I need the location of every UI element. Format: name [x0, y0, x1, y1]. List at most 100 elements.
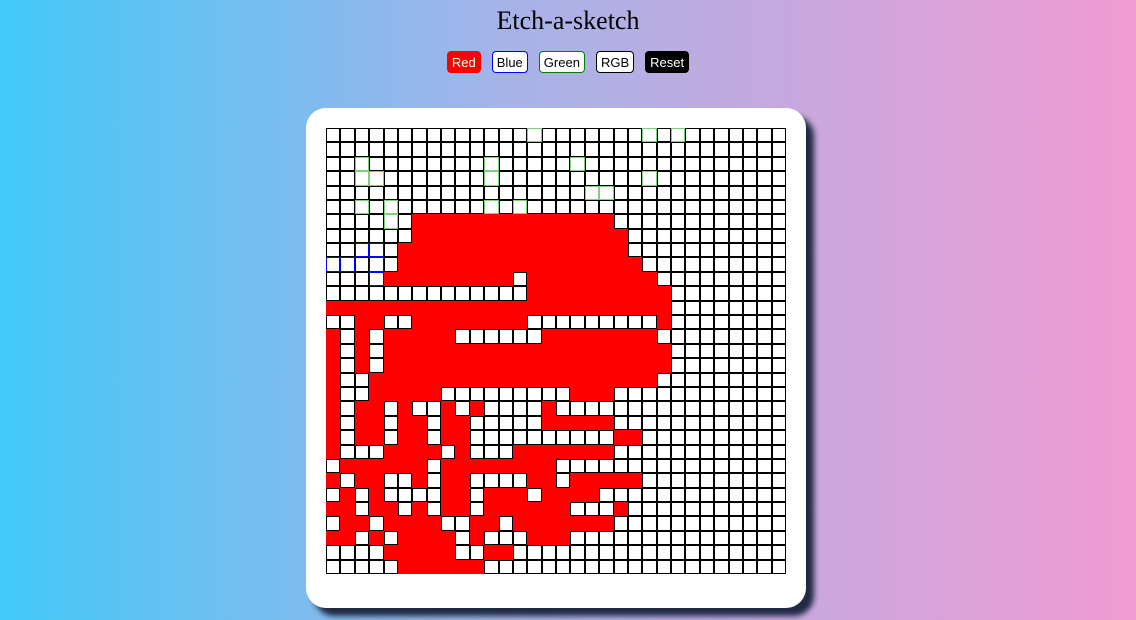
grid-cell[interactable]: [412, 473, 427, 488]
grid-cell[interactable]: [627, 128, 643, 143]
grid-cell[interactable]: [685, 458, 700, 474]
grid-cell[interactable]: [757, 487, 772, 503]
grid-cell[interactable]: [484, 343, 499, 359]
grid-cell[interactable]: [512, 300, 528, 316]
grid-cell[interactable]: [699, 372, 715, 387]
grid-cell[interactable]: [742, 128, 758, 143]
grid-cell[interactable]: [642, 545, 657, 560]
grid-cell[interactable]: [469, 329, 485, 344]
grid-cell[interactable]: [556, 559, 571, 574]
grid-cell[interactable]: [441, 286, 456, 301]
grid-cell[interactable]: [757, 142, 772, 157]
grid-cell[interactable]: [613, 473, 628, 488]
grid-cell[interactable]: [599, 228, 614, 244]
grid-cell[interactable]: [699, 271, 715, 287]
grid-cell[interactable]: [455, 343, 470, 359]
grid-cell[interactable]: [455, 128, 470, 143]
grid-cell[interactable]: [642, 228, 657, 244]
grid-cell[interactable]: [757, 473, 772, 488]
grid-cell[interactable]: [742, 401, 758, 416]
grid-cell[interactable]: [556, 228, 571, 244]
grid-cell[interactable]: [642, 386, 657, 402]
grid-cell[interactable]: [527, 199, 542, 215]
grid-cell[interactable]: [671, 559, 686, 574]
grid-cell[interactable]: [455, 559, 470, 574]
grid-cell[interactable]: [656, 228, 671, 244]
grid-cell[interactable]: [541, 286, 556, 301]
grid-cell[interactable]: [671, 171, 686, 186]
grid-cell[interactable]: [527, 329, 542, 344]
grid-cell[interactable]: [426, 502, 441, 517]
grid-cell[interactable]: [441, 473, 456, 488]
grid-cell[interactable]: [699, 300, 715, 316]
grid-cell[interactable]: [642, 286, 657, 301]
grid-cell[interactable]: [369, 530, 384, 546]
grid-cell[interactable]: [757, 329, 772, 344]
grid-cell[interactable]: [671, 372, 686, 387]
grid-cell[interactable]: [383, 156, 398, 172]
grid-cell[interactable]: [498, 372, 513, 387]
grid-cell[interactable]: [656, 502, 671, 517]
grid-cell[interactable]: [556, 300, 571, 316]
grid-cell[interactable]: [699, 530, 715, 546]
grid-cell[interactable]: [527, 128, 542, 143]
grid-cell[interactable]: [397, 271, 413, 287]
grid-cell[interactable]: [584, 300, 600, 316]
grid-cell[interactable]: [369, 343, 384, 359]
grid-cell[interactable]: [498, 530, 513, 546]
grid-cell[interactable]: [412, 372, 427, 387]
grid-cell[interactable]: [426, 257, 441, 272]
grid-cell[interactable]: [757, 257, 772, 272]
green-button[interactable]: Green: [538, 51, 585, 73]
grid-cell[interactable]: [556, 430, 571, 445]
grid-cell[interactable]: [340, 487, 355, 503]
grid-cell[interactable]: [369, 243, 384, 258]
grid-cell[interactable]: [699, 444, 715, 459]
grid-cell[interactable]: [642, 142, 657, 157]
grid-cell[interactable]: [642, 343, 657, 359]
grid-cell[interactable]: [326, 142, 341, 157]
grid-cell[interactable]: [383, 473, 398, 488]
grid-cell[interactable]: [541, 530, 556, 546]
grid-cell[interactable]: [484, 171, 499, 186]
grid-cell[interactable]: [369, 228, 384, 244]
grid-cell[interactable]: [455, 530, 470, 546]
grid-cell[interactable]: [671, 329, 686, 344]
grid-cell[interactable]: [599, 286, 614, 301]
grid-cell[interactable]: [469, 458, 485, 474]
grid-cell[interactable]: [599, 444, 614, 459]
grid-cell[interactable]: [498, 430, 513, 445]
grid-cell[interactable]: [484, 516, 499, 531]
grid-cell[interactable]: [383, 128, 398, 143]
grid-cell[interactable]: [498, 171, 513, 186]
grid-cell[interactable]: [397, 142, 413, 157]
grid-cell[interactable]: [340, 458, 355, 474]
grid-cell[interactable]: [326, 372, 341, 387]
grid-cell[interactable]: [570, 530, 585, 546]
grid-cell[interactable]: [771, 358, 786, 373]
grid-cell[interactable]: [383, 171, 398, 186]
grid-cell[interactable]: [656, 430, 671, 445]
grid-cell[interactable]: [742, 257, 758, 272]
grid-cell[interactable]: [469, 271, 485, 287]
grid-cell[interactable]: [383, 300, 398, 316]
grid-cell[interactable]: [627, 516, 643, 531]
grid-cell[interactable]: [771, 228, 786, 244]
grid-cell[interactable]: [656, 444, 671, 459]
grid-cell[interactable]: [383, 401, 398, 416]
grid-cell[interactable]: [412, 214, 427, 229]
grid-cell[interactable]: [354, 415, 370, 431]
grid-cell[interactable]: [340, 199, 355, 215]
grid-cell[interactable]: [742, 458, 758, 474]
grid-cell[interactable]: [627, 142, 643, 157]
grid-cell[interactable]: [627, 171, 643, 186]
grid-cell[interactable]: [613, 487, 628, 503]
grid-cell[interactable]: [426, 228, 441, 244]
grid-cell[interactable]: [541, 545, 556, 560]
grid-cell[interactable]: [570, 286, 585, 301]
grid-cell[interactable]: [455, 401, 470, 416]
grid-cell[interactable]: [584, 487, 600, 503]
grid-cell[interactable]: [728, 444, 743, 459]
grid-cell[interactable]: [469, 214, 485, 229]
grid-cell[interactable]: [656, 372, 671, 387]
